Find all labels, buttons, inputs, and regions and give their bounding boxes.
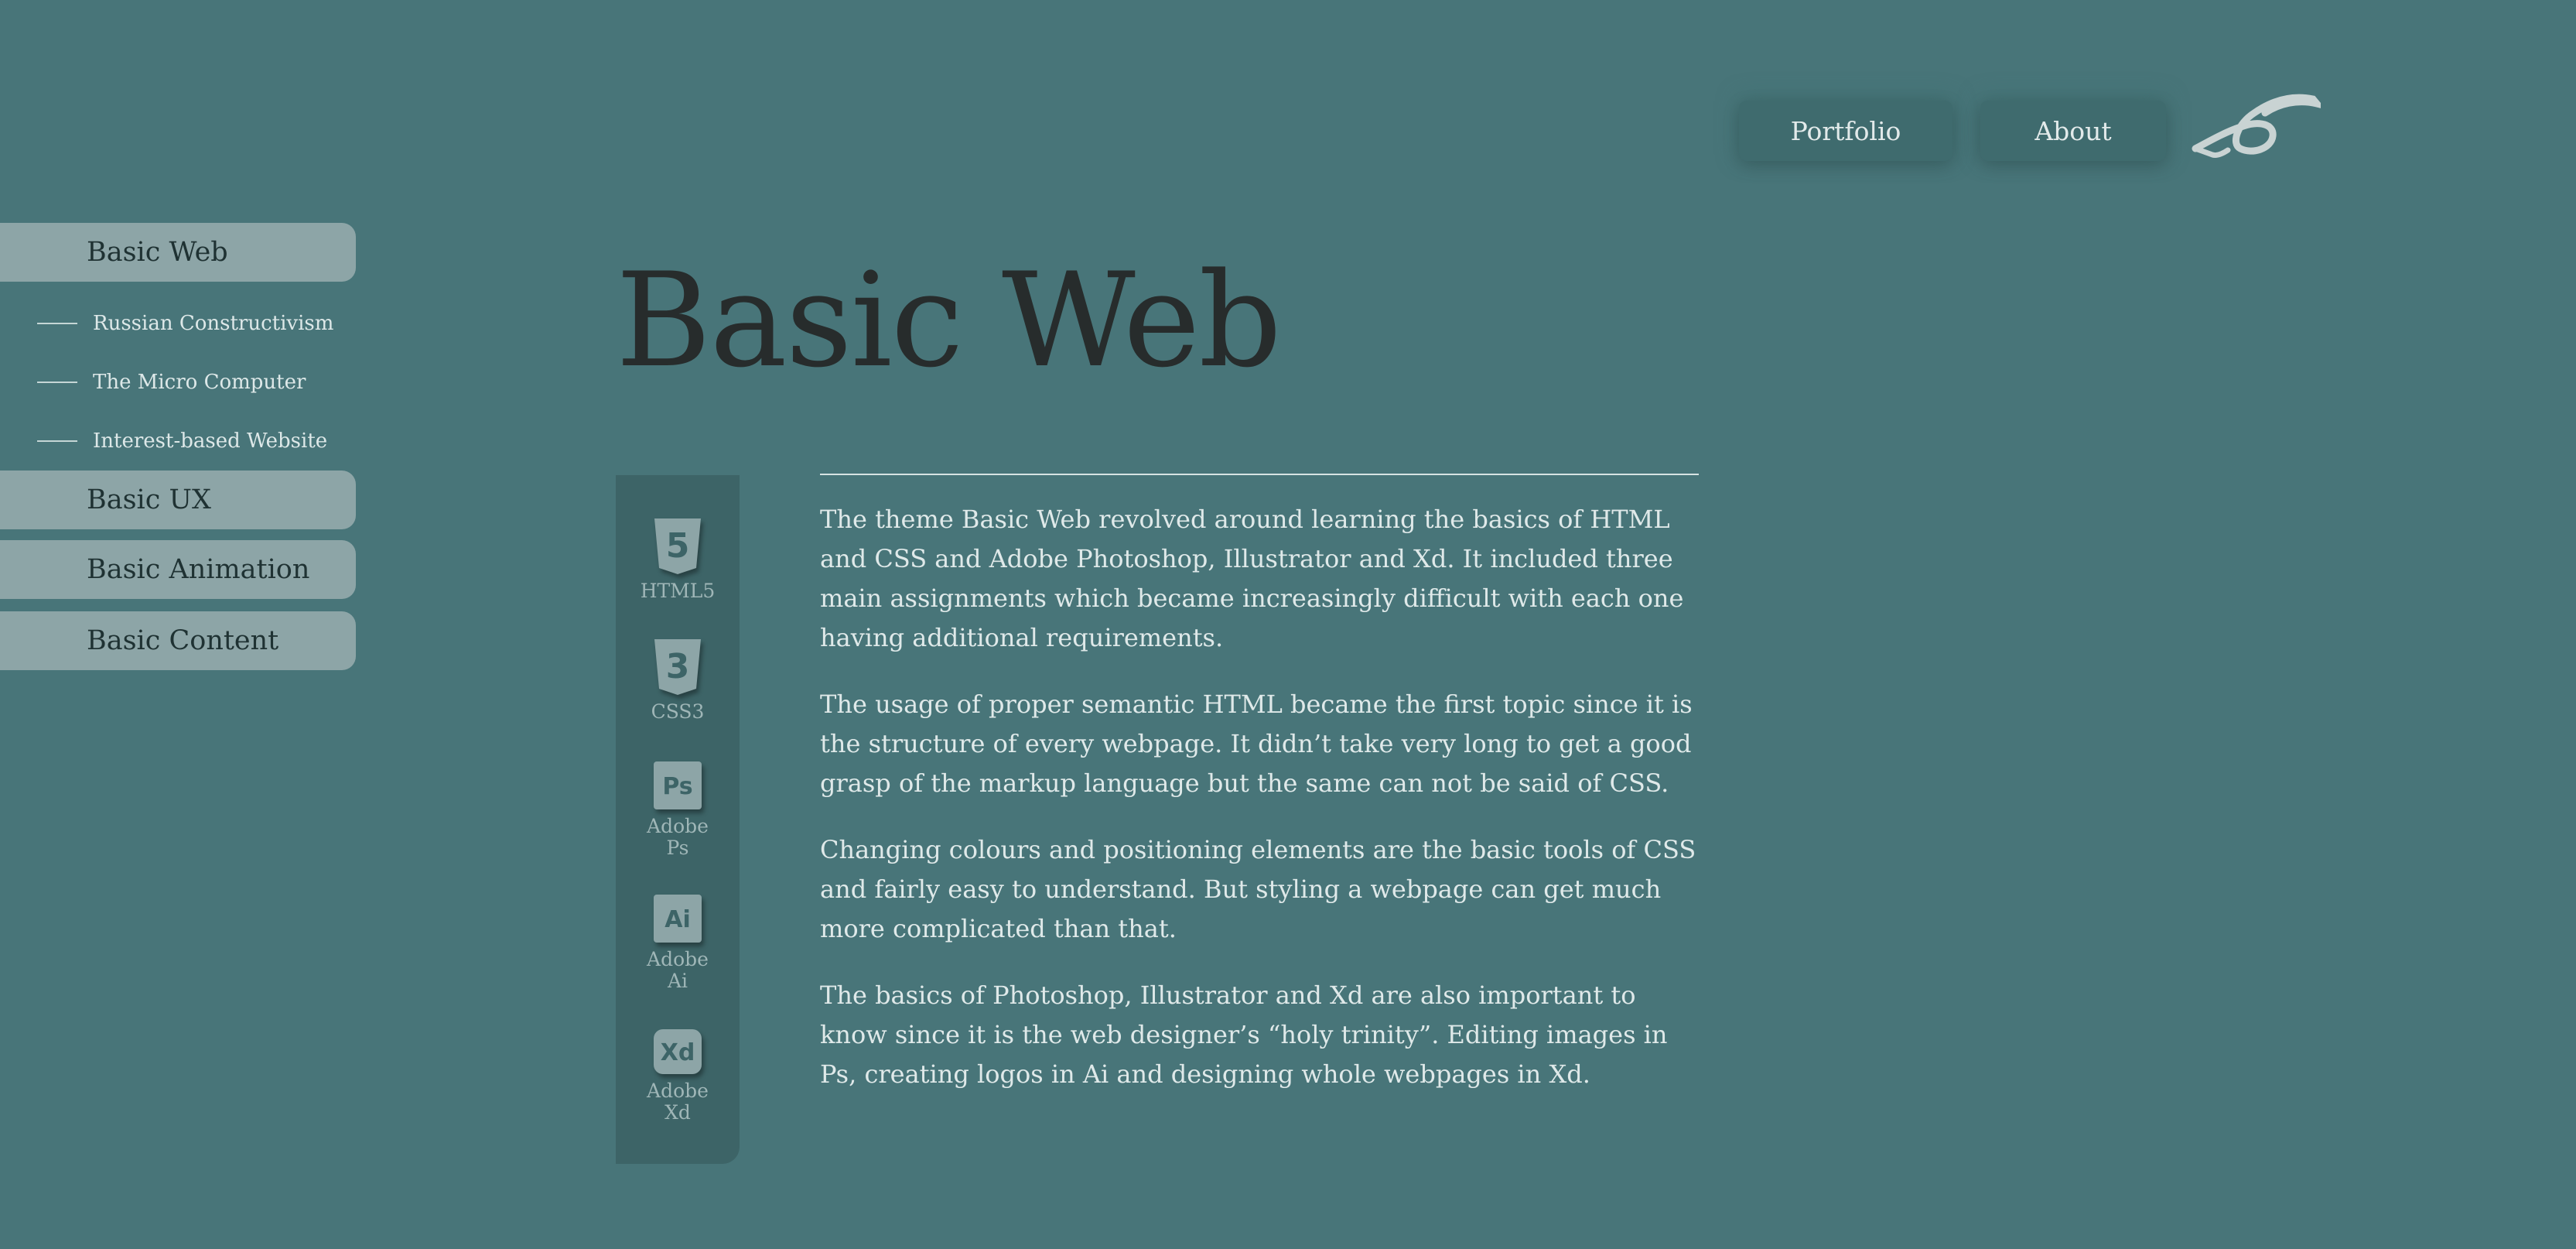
tool-label: CSS3 bbox=[651, 700, 705, 723]
top-nav: Portfolio About bbox=[1739, 101, 2166, 161]
svg-text:5: 5 bbox=[666, 526, 690, 566]
content-divider bbox=[820, 474, 1699, 475]
tool-xd: Xd Adobe Xd bbox=[616, 1028, 740, 1124]
sidebar-subitem-label: Interest-based Website bbox=[93, 429, 328, 453]
tool-label: Adobe Ps bbox=[647, 815, 709, 859]
about-button[interactable]: About bbox=[1980, 101, 2166, 161]
photoshop-icon: Ps bbox=[654, 761, 702, 809]
sidebar-subitem-micro-computer[interactable]: The Micro Computer bbox=[37, 367, 306, 398]
dash-icon bbox=[37, 323, 77, 324]
tool-html5: 5 HTML5 bbox=[616, 517, 740, 602]
page: Portfolio About Basic Web Russian Constr… bbox=[0, 0, 2576, 1249]
page-title: Basic Web bbox=[616, 245, 1282, 396]
svg-text:Ai: Ai bbox=[664, 906, 691, 933]
tool-illustrator: Ai Adobe Ai bbox=[616, 893, 740, 992]
css3-icon: 3 bbox=[654, 639, 701, 695]
dash-icon bbox=[37, 440, 77, 442]
logo-icon[interactable] bbox=[2189, 84, 2321, 161]
dash-icon bbox=[37, 382, 77, 383]
sidebar-item-basic-ux[interactable]: Basic UX bbox=[0, 471, 356, 529]
html5-icon: 5 bbox=[654, 518, 701, 574]
xd-icon: Xd bbox=[654, 1029, 702, 1074]
content-body: The theme Basic Web revolved around lear… bbox=[820, 500, 1710, 1121]
svg-text:Xd: Xd bbox=[661, 1039, 695, 1066]
tool-label: Adobe Ai bbox=[647, 948, 709, 992]
paragraph: The usage of proper semantic HTML became… bbox=[820, 690, 1693, 798]
sidebar-item-basic-content[interactable]: Basic Content bbox=[0, 611, 356, 670]
tool-photoshop: Ps Adobe Ps bbox=[616, 760, 740, 859]
sidebar-subitem-label: Russian Constructivism bbox=[93, 312, 334, 335]
portfolio-button[interactable]: Portfolio bbox=[1739, 101, 1952, 161]
paragraph: The theme Basic Web revolved around lear… bbox=[820, 505, 1684, 652]
tools-panel: 5 HTML5 3 CSS3 Ps Adobe Ps Ai Adobe Ai X… bbox=[616, 475, 740, 1164]
svg-text:Ps: Ps bbox=[662, 773, 692, 800]
sidebar-subitem-russian-constructivism[interactable]: Russian Constructivism bbox=[37, 308, 333, 339]
tool-label: Adobe Xd bbox=[647, 1080, 709, 1124]
sidebar-subitem-label: The Micro Computer bbox=[93, 371, 306, 394]
sidebar-item-basic-web[interactable]: Basic Web bbox=[0, 223, 356, 282]
svg-text:3: 3 bbox=[666, 647, 690, 686]
paragraph: The basics of Photoshop, Illustrator and… bbox=[820, 980, 1668, 1089]
paragraph: Changing colours and positioning element… bbox=[820, 835, 1696, 943]
illustrator-icon: Ai bbox=[654, 895, 702, 943]
sidebar-subitem-interest-website[interactable]: Interest-based Website bbox=[37, 426, 327, 457]
tool-css3: 3 CSS3 bbox=[616, 638, 740, 723]
tool-label: HTML5 bbox=[640, 580, 716, 602]
sidebar-item-basic-animation[interactable]: Basic Animation bbox=[0, 540, 356, 599]
